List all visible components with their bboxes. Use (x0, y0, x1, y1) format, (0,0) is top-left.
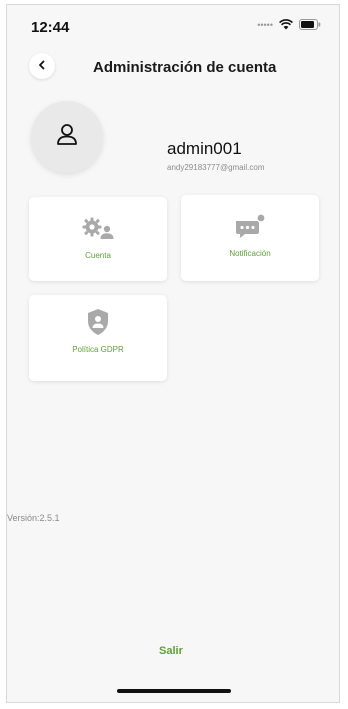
header: Administración de cuenta (7, 49, 339, 85)
page-title: Administración de cuenta (93, 59, 277, 76)
notification-card-label: Notificación (229, 249, 271, 258)
back-button[interactable] (29, 53, 55, 79)
gdpr-policy-card-label: Política GDPR (72, 345, 124, 354)
account-card[interactable]: Cuenta (29, 197, 167, 281)
shield-user-icon (86, 309, 110, 335)
account-card-label: Cuenta (85, 251, 111, 260)
gdpr-policy-card[interactable]: Política GDPR (29, 295, 167, 381)
app-version: Versión:2.5.1 (7, 513, 60, 523)
username: admin001 (167, 139, 242, 158)
logout-button[interactable]: Salir (159, 645, 183, 657)
user-email: andy29183777@gmail.com (167, 163, 265, 172)
chat-bubble-icon (233, 213, 267, 239)
chevron-left-icon (37, 57, 47, 75)
status-icons: ••••• (257, 19, 321, 30)
status-time: 12:44 (31, 19, 70, 36)
notification-card[interactable]: Notificación (181, 195, 319, 281)
battery-icon (299, 19, 321, 30)
signal-icon: ••••• (257, 19, 273, 30)
wifi-icon (279, 19, 293, 30)
status-bar: 12:44 ••••• (7, 5, 339, 43)
home-indicator[interactable] (117, 689, 231, 693)
avatar[interactable] (31, 101, 103, 173)
user-icon (54, 122, 80, 153)
gears-user-icon (81, 215, 115, 241)
app-screen: 12:44 ••••• Administración de cuenta adm… (6, 4, 340, 703)
